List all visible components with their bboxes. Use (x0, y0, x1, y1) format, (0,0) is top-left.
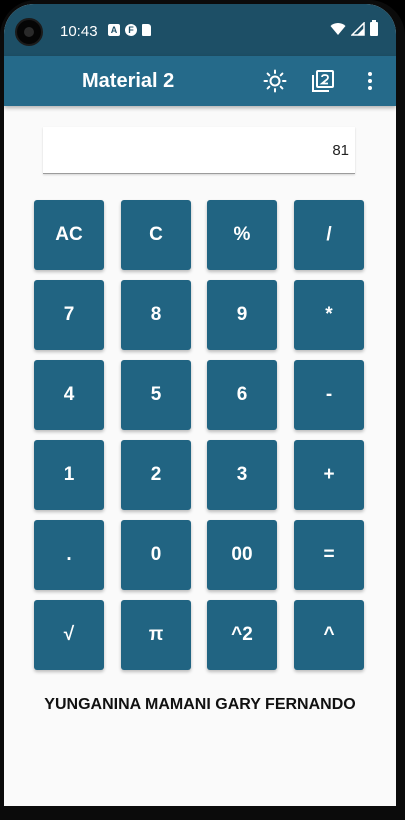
notification-icons: A F (108, 24, 151, 36)
filter-2-icon (312, 70, 334, 92)
key-digit-2-button[interactable]: 2 (121, 440, 191, 510)
more-options-button[interactable] (355, 66, 385, 96)
key-pi-button[interactable]: π (121, 600, 191, 670)
key-divide-button[interactable]: / (294, 200, 364, 270)
key-square-root-button[interactable]: √ (34, 600, 104, 670)
sim-card-icon (142, 24, 151, 36)
key-equals-button[interactable]: = (294, 520, 364, 590)
key-digit-9-button[interactable]: 9 (207, 280, 277, 350)
app-bar: Material 2 (4, 56, 396, 106)
device-frame: 10:43 A F Material 2 81 AC C % / 7 8 9 *… (0, 0, 405, 820)
system-icons (330, 20, 378, 36)
notification-a-icon: A (108, 24, 120, 36)
app-title: Material 2 (82, 70, 175, 92)
key-double-zero-button[interactable]: 00 (207, 520, 277, 590)
status-bar: 10:43 A F (4, 4, 396, 56)
key-digit-8-button[interactable]: 8 (121, 280, 191, 350)
key-digit-6-button[interactable]: 6 (207, 360, 277, 430)
calculator-display[interactable]: 81 (43, 127, 355, 174)
signal-icon (351, 22, 365, 36)
key-all-clear-button[interactable]: AC (34, 200, 104, 270)
key-multiply-button[interactable]: * (294, 280, 364, 350)
author-name: YUNGANINA MAMANI GARY FERNANDO (44, 696, 356, 713)
battery-icon (370, 20, 378, 36)
screen: 10:43 A F Material 2 81 AC C % / 7 8 9 *… (4, 4, 396, 806)
key-percent-button[interactable]: % (207, 200, 277, 270)
key-decimal-point-button[interactable]: . (34, 520, 104, 590)
key-digit-0-button[interactable]: 0 (121, 520, 191, 590)
brightness-button[interactable] (260, 66, 290, 96)
more-vert-icon (368, 72, 372, 90)
notification-f-icon: F (125, 24, 137, 36)
key-power-button[interactable]: ^ (294, 600, 364, 670)
key-digit-7-button[interactable]: 7 (34, 280, 104, 350)
key-digit-4-button[interactable]: 4 (34, 360, 104, 430)
filter-2-button[interactable] (308, 66, 338, 96)
key-square-button[interactable]: ^2 (207, 600, 277, 670)
brightness-icon (263, 69, 287, 93)
key-clear-button[interactable]: C (121, 200, 191, 270)
front-camera (15, 18, 43, 46)
key-plus-button[interactable]: + (294, 440, 364, 510)
key-digit-3-button[interactable]: 3 (207, 440, 277, 510)
key-minus-button[interactable]: - (294, 360, 364, 430)
key-digit-5-button[interactable]: 5 (121, 360, 191, 430)
wifi-icon (330, 23, 346, 35)
key-digit-1-button[interactable]: 1 (34, 440, 104, 510)
status-time: 10:43 (60, 23, 98, 40)
